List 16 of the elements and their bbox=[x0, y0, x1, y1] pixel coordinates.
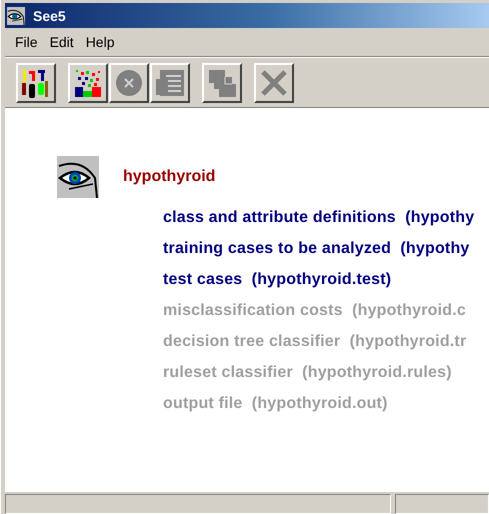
file-link[interactable]: training cases to be analyzed (hypothy bbox=[163, 238, 470, 259]
toolbar-button[interactable] bbox=[68, 63, 108, 103]
file-link[interactable]: class and attribute definitions (hypothy bbox=[163, 207, 474, 228]
application-name: hypothyroid bbox=[123, 168, 216, 186]
scatter-bars-icon bbox=[72, 67, 104, 99]
document-list-icon bbox=[154, 67, 186, 99]
overlapping-squares-icon bbox=[206, 67, 238, 99]
menu-item[interactable]: Help bbox=[84, 34, 116, 50]
file-link[interactable]: test cases (hypothyroid.test) bbox=[163, 269, 392, 290]
menu-item[interactable]: Edit bbox=[48, 34, 76, 50]
toolbar-button[interactable] bbox=[16, 63, 56, 103]
window-title: See5 bbox=[33, 8, 66, 24]
circle-x-icon bbox=[113, 67, 145, 99]
eye-icon bbox=[57, 156, 99, 198]
app-icon bbox=[7, 6, 25, 24]
menu-item[interactable]: File bbox=[13, 34, 40, 50]
